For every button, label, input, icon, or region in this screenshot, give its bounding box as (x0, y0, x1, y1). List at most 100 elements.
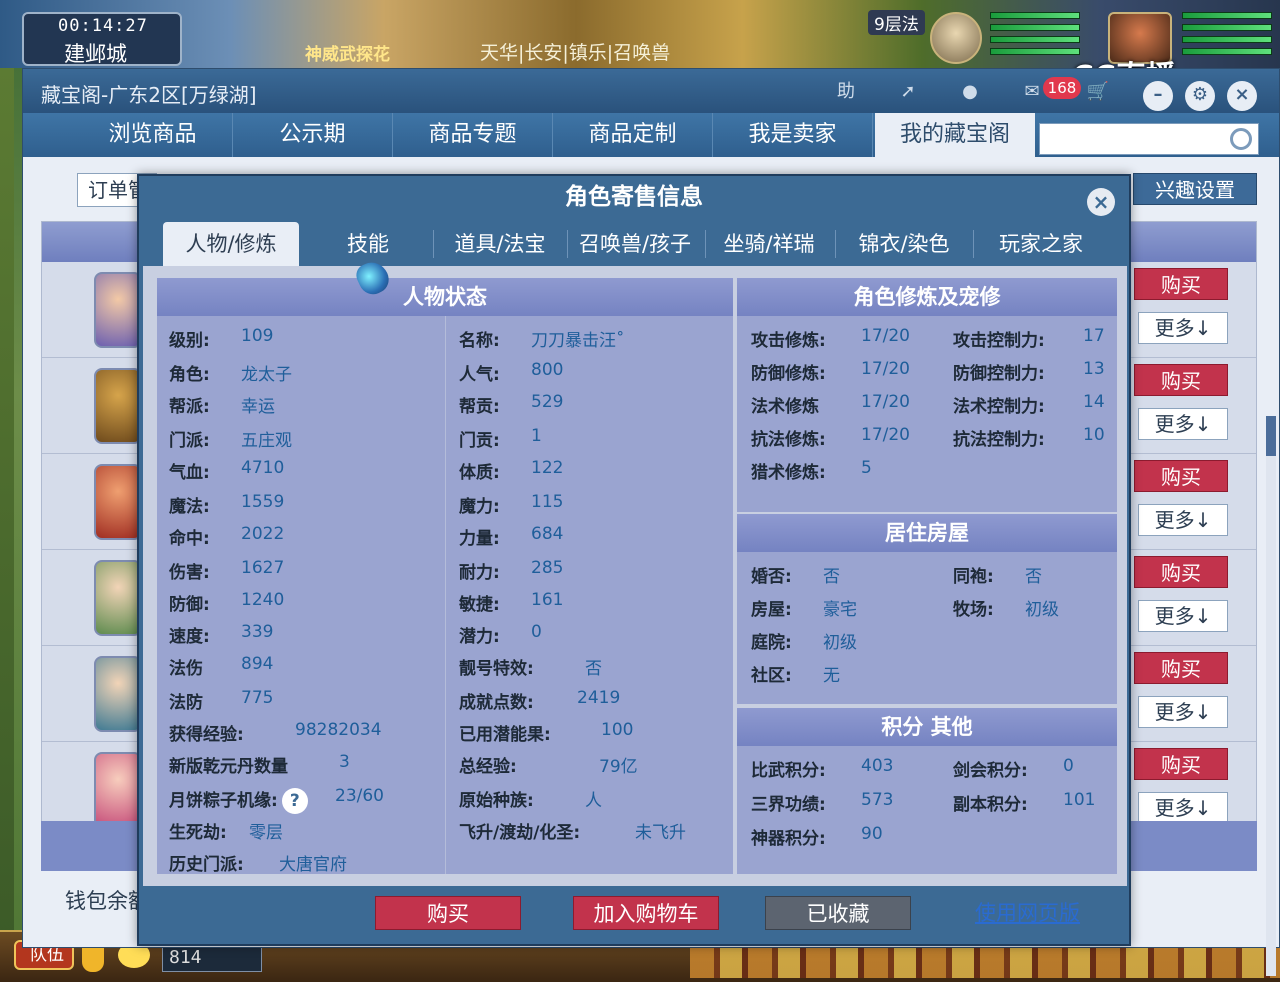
stat-row: 法防 775 (169, 688, 273, 713)
tab-summons[interactable]: 召唤兽/孩子 (571, 222, 699, 266)
row-more-button[interactable]: 更多↓ (1138, 408, 1228, 440)
tab-items[interactable]: 道具/法宝 (439, 222, 561, 266)
stat-label: 副本积分: (953, 795, 1028, 815)
tab-home[interactable]: 玩家之家 (979, 222, 1103, 266)
tab-mounts[interactable]: 坐骑/祥瑞 (711, 222, 827, 266)
stat-row: 体质: 122 (459, 458, 563, 483)
stat-value: 10 (1083, 425, 1105, 445)
stat-value: 573 (861, 790, 894, 810)
stat-value: 0 (1063, 756, 1074, 776)
pet-portrait-icon[interactable] (930, 12, 982, 64)
status-panel-body: 级别: 109 角色: 龙太子 帮派: 幸运 门派: 五庄观 气血: 4710 魔法: 1559 命中:… (157, 316, 733, 875)
stat-value: 775 (241, 688, 274, 708)
nav-custom[interactable]: 商品定制 (553, 113, 713, 157)
stat-label: 新版乾元丹数量 (169, 757, 288, 777)
stat-label: 敏捷: (459, 595, 500, 615)
favorited-button[interactable]: 已收藏 (765, 896, 911, 930)
search-input[interactable] (1039, 123, 1259, 155)
cart-icon[interactable]: 🛒 (1083, 79, 1113, 107)
nav-public-period[interactable]: 公示期 (233, 113, 393, 157)
stat-label: 神器积分: (751, 829, 826, 849)
stat-value: 大唐官府 (279, 855, 347, 875)
tab-separator (705, 230, 706, 258)
row-buy-button[interactable]: 购买 (1134, 556, 1228, 588)
stat-label: 伤害: (169, 563, 210, 583)
row-more-button[interactable]: 更多↓ (1138, 792, 1228, 824)
stat-row: 帮派: 幸运 (169, 392, 275, 417)
stat-row: 飞升/渡劫/化圣: 未飞升 (459, 818, 686, 843)
stat-row: 获得经验: 98282034 (169, 720, 382, 745)
game-top-strip: 00:14:27 建邺城 神威武探花 天华|长安|镇乐|召唤兽 9层法 CC直播 (0, 0, 1280, 95)
row-buy-button[interactable]: 购买 (1134, 460, 1228, 492)
row-buy-button[interactable]: 购买 (1134, 364, 1228, 396)
stat-row: 魔法: 1559 (169, 492, 284, 517)
stat-row: 三界功绩: 573 (751, 790, 893, 815)
close-icon[interactable]: × (1227, 81, 1257, 111)
stat-label: 生死劫: (169, 823, 227, 843)
stat-row: 副本积分: 101 (953, 790, 1095, 815)
web-version-link[interactable]: 使用网页版 (975, 896, 1080, 930)
nav-topics[interactable]: 商品专题 (393, 113, 553, 157)
record-icon[interactable]: ● (955, 79, 985, 107)
stat-label: 法伤 (169, 659, 203, 679)
channel-input[interactable]: 814 (162, 944, 262, 972)
stat-row: 法伤 894 (169, 654, 273, 679)
row-more-button[interactable]: 更多↓ (1138, 312, 1228, 344)
tab-character[interactable]: 人物/修炼 (163, 222, 299, 266)
row-buy-button[interactable]: 购买 (1134, 652, 1228, 684)
minimize-icon[interactable]: – (1143, 81, 1173, 111)
stat-label: 获得经验: (169, 725, 244, 745)
interest-settings-button[interactable]: 兴趣设置 (1133, 173, 1257, 205)
tab-outfits[interactable]: 锦衣/染色 (843, 222, 965, 266)
role-avatar-icon (94, 464, 142, 540)
cultivation-panel: 角色修炼及宠修 攻击修炼: 17/20 防御修炼: 17/20 法术修炼 17/20 抗法修… (737, 278, 1117, 512)
stat-value: 13 (1083, 359, 1105, 379)
share-icon[interactable]: ➚ (893, 79, 923, 107)
stat-row: 庭院: 初级 (751, 628, 857, 653)
help-button[interactable]: 助 (831, 79, 861, 107)
stat-label: 气血: (169, 463, 210, 483)
stat-label: 魔力: (459, 497, 500, 517)
row-more-button[interactable]: 更多↓ (1138, 696, 1228, 728)
activity-banner[interactable]: 神威武探花 (305, 40, 390, 65)
stat-value: 初级 (823, 633, 857, 653)
stat-value: 122 (531, 458, 564, 478)
list-scrollbar[interactable] (1266, 416, 1276, 976)
buy-button[interactable]: 购买 (375, 896, 521, 930)
stat-label: 帮贡: (459, 397, 500, 417)
scroll-thumb[interactable] (1266, 416, 1276, 456)
stat-label: 魔法: (169, 497, 210, 517)
stat-label: 名称: (459, 331, 500, 351)
stat-value: 23/60 (335, 786, 384, 806)
stat-label: 已用潜能果: (459, 725, 551, 745)
row-buy-button[interactable]: 购买 (1134, 268, 1228, 300)
stat-label: 历史门派: (169, 855, 244, 875)
settings-icon[interactable]: ⚙ (1185, 81, 1215, 111)
stat-row: 防御修炼: 17/20 (751, 359, 910, 384)
stat-label: 成就点数: (459, 693, 534, 713)
stat-value: 豪宅 (823, 600, 857, 620)
stat-label: 婚否: (751, 567, 792, 587)
tab-skills[interactable]: 技能 (309, 222, 427, 266)
add-to-cart-button[interactable]: 加入购物车 (573, 896, 719, 930)
help-question-icon[interactable]: ? (281, 788, 308, 814)
row-more-button[interactable]: 更多↓ (1138, 504, 1228, 536)
stat-row: 猎术修炼: 5 (751, 458, 872, 483)
stat-label: 牧场: (953, 600, 994, 620)
stat-label: 法术修炼 (751, 397, 819, 417)
stat-label: 靓号特效: (459, 659, 534, 679)
dialog-close-icon[interactable]: × (1087, 188, 1115, 216)
nav-browse[interactable]: 浏览商品 (73, 113, 233, 157)
search-icon[interactable] (1230, 128, 1252, 150)
status-panel-title: 人物状态 (157, 278, 733, 316)
player-status-bars (1182, 12, 1272, 62)
nav-seller[interactable]: 我是卖家 (713, 113, 873, 157)
nav-my-treasure[interactable]: 我的藏宝阁 (875, 113, 1035, 157)
message-icon[interactable]: ✉ (1017, 79, 1047, 107)
stat-value: 1627 (241, 558, 285, 578)
tab-separator (973, 230, 974, 258)
stat-row: 潜力: 0 (459, 622, 542, 647)
stat-value: 无 (823, 666, 840, 686)
row-buy-button[interactable]: 购买 (1134, 748, 1228, 780)
row-more-button[interactable]: 更多↓ (1138, 600, 1228, 632)
